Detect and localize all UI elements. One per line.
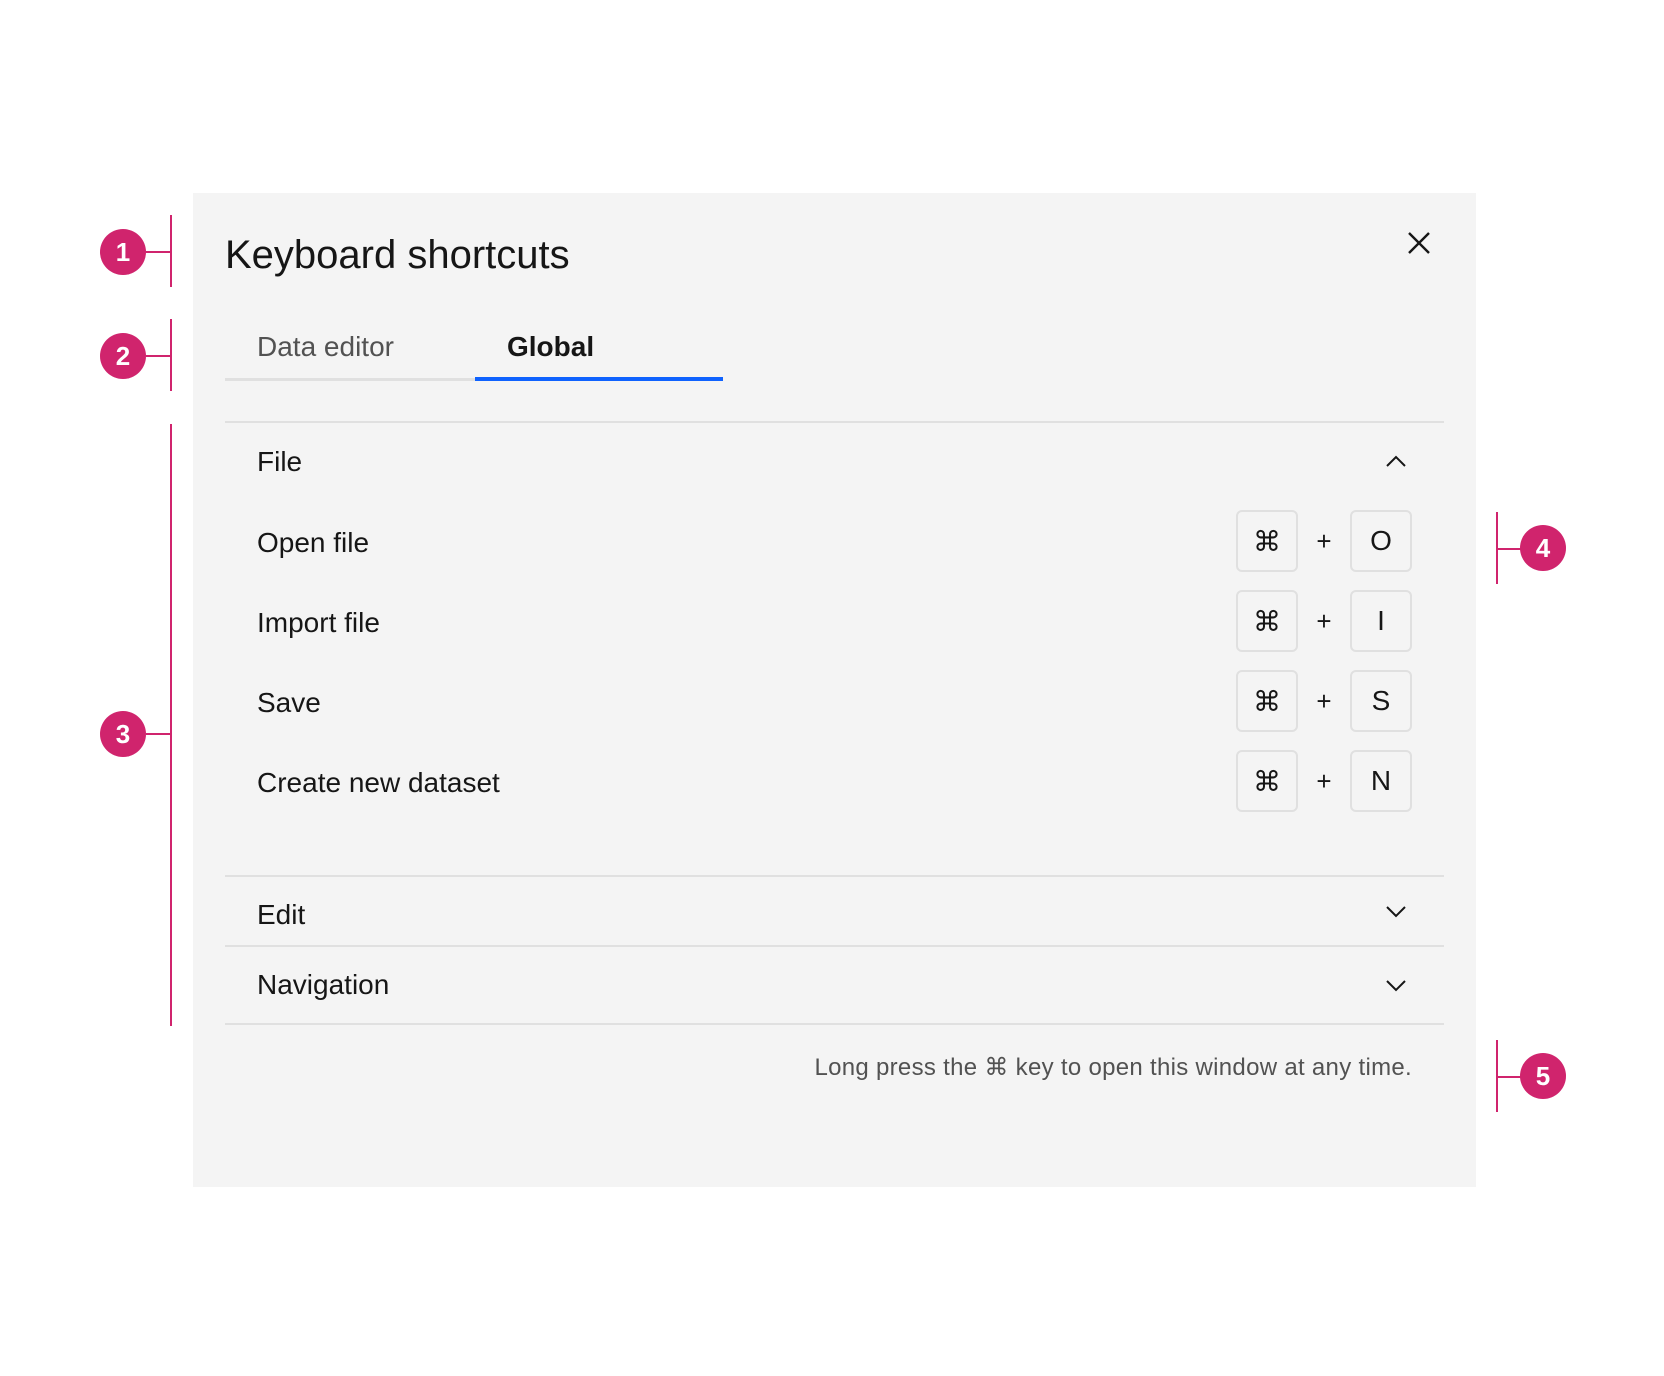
plus-sign: + [1316,685,1332,716]
letter-key: I [1350,590,1412,652]
command-key: ⌘ [1236,750,1298,812]
tab-data-editor[interactable]: Data editor [225,313,475,381]
callout-connector [146,251,172,253]
tab-list: Data editor Global [225,313,725,383]
accordion-section-navigation: Navigation [225,947,1444,1025]
keyboard-shortcuts-modal: Keyboard shortcuts Data editor Global Fi… [193,193,1476,1187]
accordion-section-edit: Edit [225,877,1444,947]
callout-badge: 3 [100,711,146,757]
callout-badge: 2 [100,333,146,379]
modal-title: Keyboard shortcuts [225,233,570,277]
accordion-header-file[interactable]: File [225,423,1444,501]
shortcut-row: Create new dataset ⌘ + N [257,743,1412,823]
callout-badge: 1 [100,229,146,275]
shortcut-row: Open file ⌘ + O [257,503,1412,583]
accordion-title: File [257,446,303,477]
close-button[interactable] [1403,227,1435,259]
accordion-title: Edit [257,899,306,930]
shortcut-keys: ⌘ + N [1236,750,1412,812]
shortcut-label: Save [257,687,321,718]
plus-sign: + [1316,525,1332,556]
tab-global[interactable]: Global [475,313,723,381]
shortcut-row: Import file ⌘ + I [257,583,1412,663]
shortcut-keys: ⌘ + S [1236,670,1412,732]
shortcut-label: Create new dataset [257,767,500,798]
shortcut-accordion: File Open file ⌘ + O Import file ⌘ + I S… [225,421,1444,1025]
plus-sign: + [1316,765,1332,796]
letter-key: S [1350,670,1412,732]
accordion-body-file: Open file ⌘ + O Import file ⌘ + I Save ⌘… [225,501,1444,875]
callout-connector [146,733,172,735]
chevron-down-icon [1386,980,1406,992]
chevron-down-icon [1386,906,1406,918]
accordion-title: Navigation [257,969,390,1000]
letter-key: N [1350,750,1412,812]
callout-badge: 4 [1520,525,1566,571]
shortcut-row: Save ⌘ + S [257,663,1412,743]
command-key: ⌘ [1236,510,1298,572]
footer-hint: Long press the ⌘ key to open this window… [814,1054,1412,1081]
close-icon [1408,232,1430,254]
letter-key: O [1350,510,1412,572]
command-key: ⌘ [1236,670,1298,732]
shortcut-label: Import file [257,607,380,638]
command-key: ⌘ [1236,590,1298,652]
accordion-header-navigation[interactable]: Navigation [225,947,1444,1023]
callout-badge: 5 [1520,1053,1566,1099]
shortcut-keys: ⌘ + I [1236,590,1412,652]
plus-sign: + [1316,605,1332,636]
shortcut-label: Open file [257,527,370,558]
chevron-up-icon [1386,455,1406,467]
callout-bracket [170,424,172,1026]
accordion-section-file: File Open file ⌘ + O Import file ⌘ + I S… [225,423,1444,877]
shortcut-keys: ⌘ + O [1236,510,1412,572]
accordion-header-edit[interactable]: Edit [225,877,1444,945]
callout-connector [146,355,172,357]
